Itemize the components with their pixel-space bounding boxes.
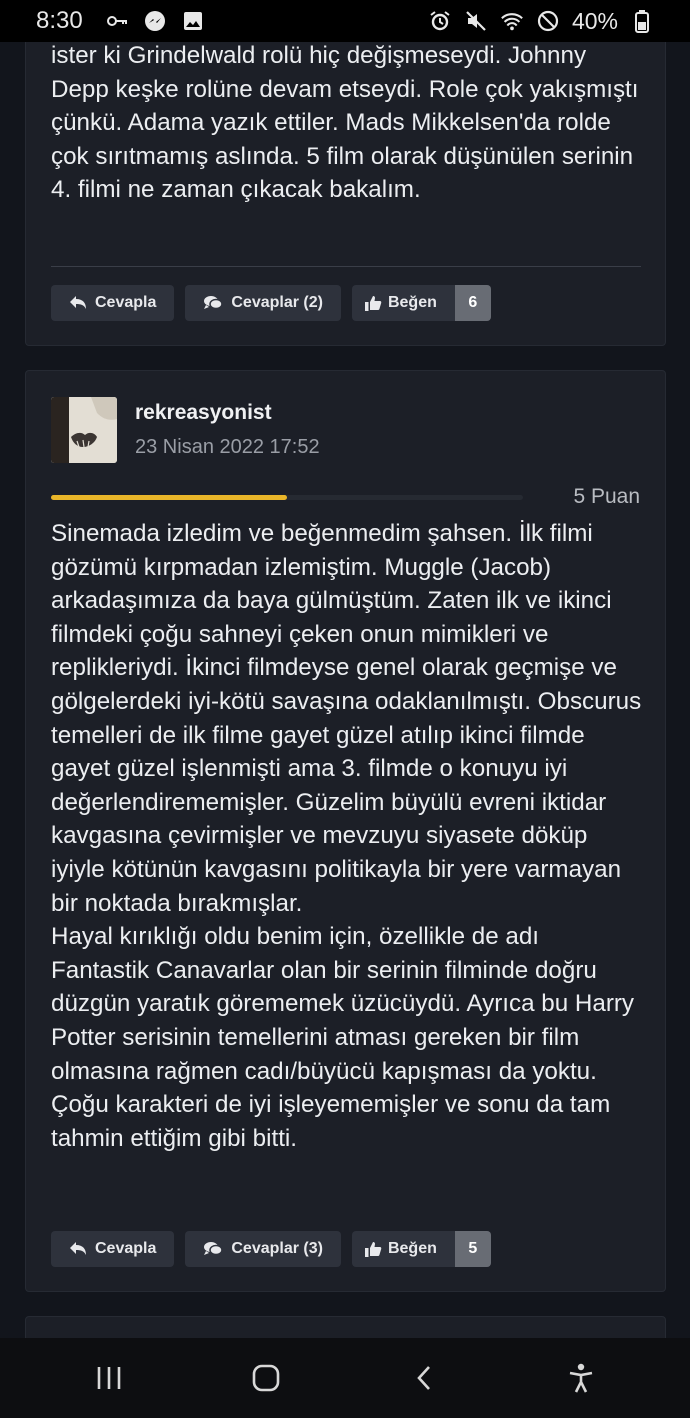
avatar[interactable] <box>51 397 117 463</box>
rating-fill <box>51 495 287 500</box>
comment-card: rekreasyonist 23 Nisan 2022 17:52 5 Puan… <box>25 370 666 1292</box>
comment-actions: Cevapla Cevaplar (2) Beğen 6 <box>51 285 491 321</box>
thumbs-up-icon <box>364 296 382 311</box>
mute-icon <box>464 9 488 33</box>
comments-icon <box>204 1242 224 1256</box>
home-button[interactable] <box>236 1348 296 1408</box>
reply-button[interactable]: Cevapla <box>51 285 175 321</box>
home-icon <box>252 1364 280 1392</box>
alarm-icon <box>428 9 452 33</box>
divider <box>51 266 641 267</box>
like-count: 6 <box>454 285 491 321</box>
reply-icon <box>70 296 86 309</box>
wifi-icon <box>500 9 524 33</box>
comment-card: ister ki Grindelwald rolü hiç değişmesey… <box>25 42 666 346</box>
like-label: Beğen <box>387 294 437 311</box>
replies-label: Cevaplar (2) <box>231 294 323 311</box>
like-label: Beğen <box>387 1240 437 1257</box>
rating-bar <box>51 495 523 500</box>
replies-button[interactable]: Cevaplar (2) <box>185 285 341 321</box>
like-button[interactable]: Beğen 6 <box>351 285 491 321</box>
like-count: 5 <box>454 1231 491 1267</box>
comments-icon <box>204 296 224 310</box>
comments-list[interactable]: ister ki Grindelwald rolü hiç değişmesey… <box>0 42 690 1338</box>
like-button[interactable]: Beğen 5 <box>351 1231 491 1267</box>
reply-button[interactable]: Cevapla <box>51 1231 175 1267</box>
navigation-bar <box>0 1338 690 1418</box>
status-bar: 8:30 40% <box>0 0 690 42</box>
comment-paragraph: Sinemada izledim ve beğenmedim şahsen. İ… <box>51 520 642 917</box>
messenger-icon <box>143 9 167 33</box>
recent-apps-icon <box>97 1367 121 1389</box>
comment-text: ister ki Grindelwald rolü hiç değişmesey… <box>51 42 639 204</box>
status-time: 8:30 <box>36 7 83 34</box>
username[interactable]: rekreasyonist <box>135 401 272 425</box>
replies-button[interactable]: Cevaplar (3) <box>185 1231 341 1267</box>
replies-label: Cevaplar (3) <box>231 1240 323 1257</box>
accessibility-button[interactable] <box>551 1348 611 1408</box>
comment-paragraph: Hayal kırıklığı oldu benim için, özellik… <box>51 923 635 1152</box>
reply-label: Cevapla <box>95 294 157 311</box>
recent-apps-button[interactable] <box>79 1348 139 1408</box>
reply-icon <box>70 1242 86 1255</box>
accessibility-icon <box>570 1363 593 1393</box>
key-icon <box>105 9 129 33</box>
back-icon <box>416 1366 430 1390</box>
rating-label: 5 Puan <box>573 485 640 508</box>
comment-card <box>25 1316 666 1338</box>
thumbs-up-icon <box>364 1242 382 1257</box>
comment-date: 23 Nisan 2022 17:52 <box>135 436 320 458</box>
back-button[interactable] <box>394 1348 454 1408</box>
battery-percentage: 40% <box>571 7 618 34</box>
do-not-disturb-icon <box>536 9 560 33</box>
comment-text: Sinemada izledim ve beğenmedim şahsen. İ… <box>51 517 643 1155</box>
image-icon <box>181 9 205 33</box>
comment-actions: Cevapla Cevaplar (3) Beğen 5 <box>51 1231 491 1267</box>
battery-icon <box>630 9 654 33</box>
reply-label: Cevapla <box>95 1240 157 1257</box>
